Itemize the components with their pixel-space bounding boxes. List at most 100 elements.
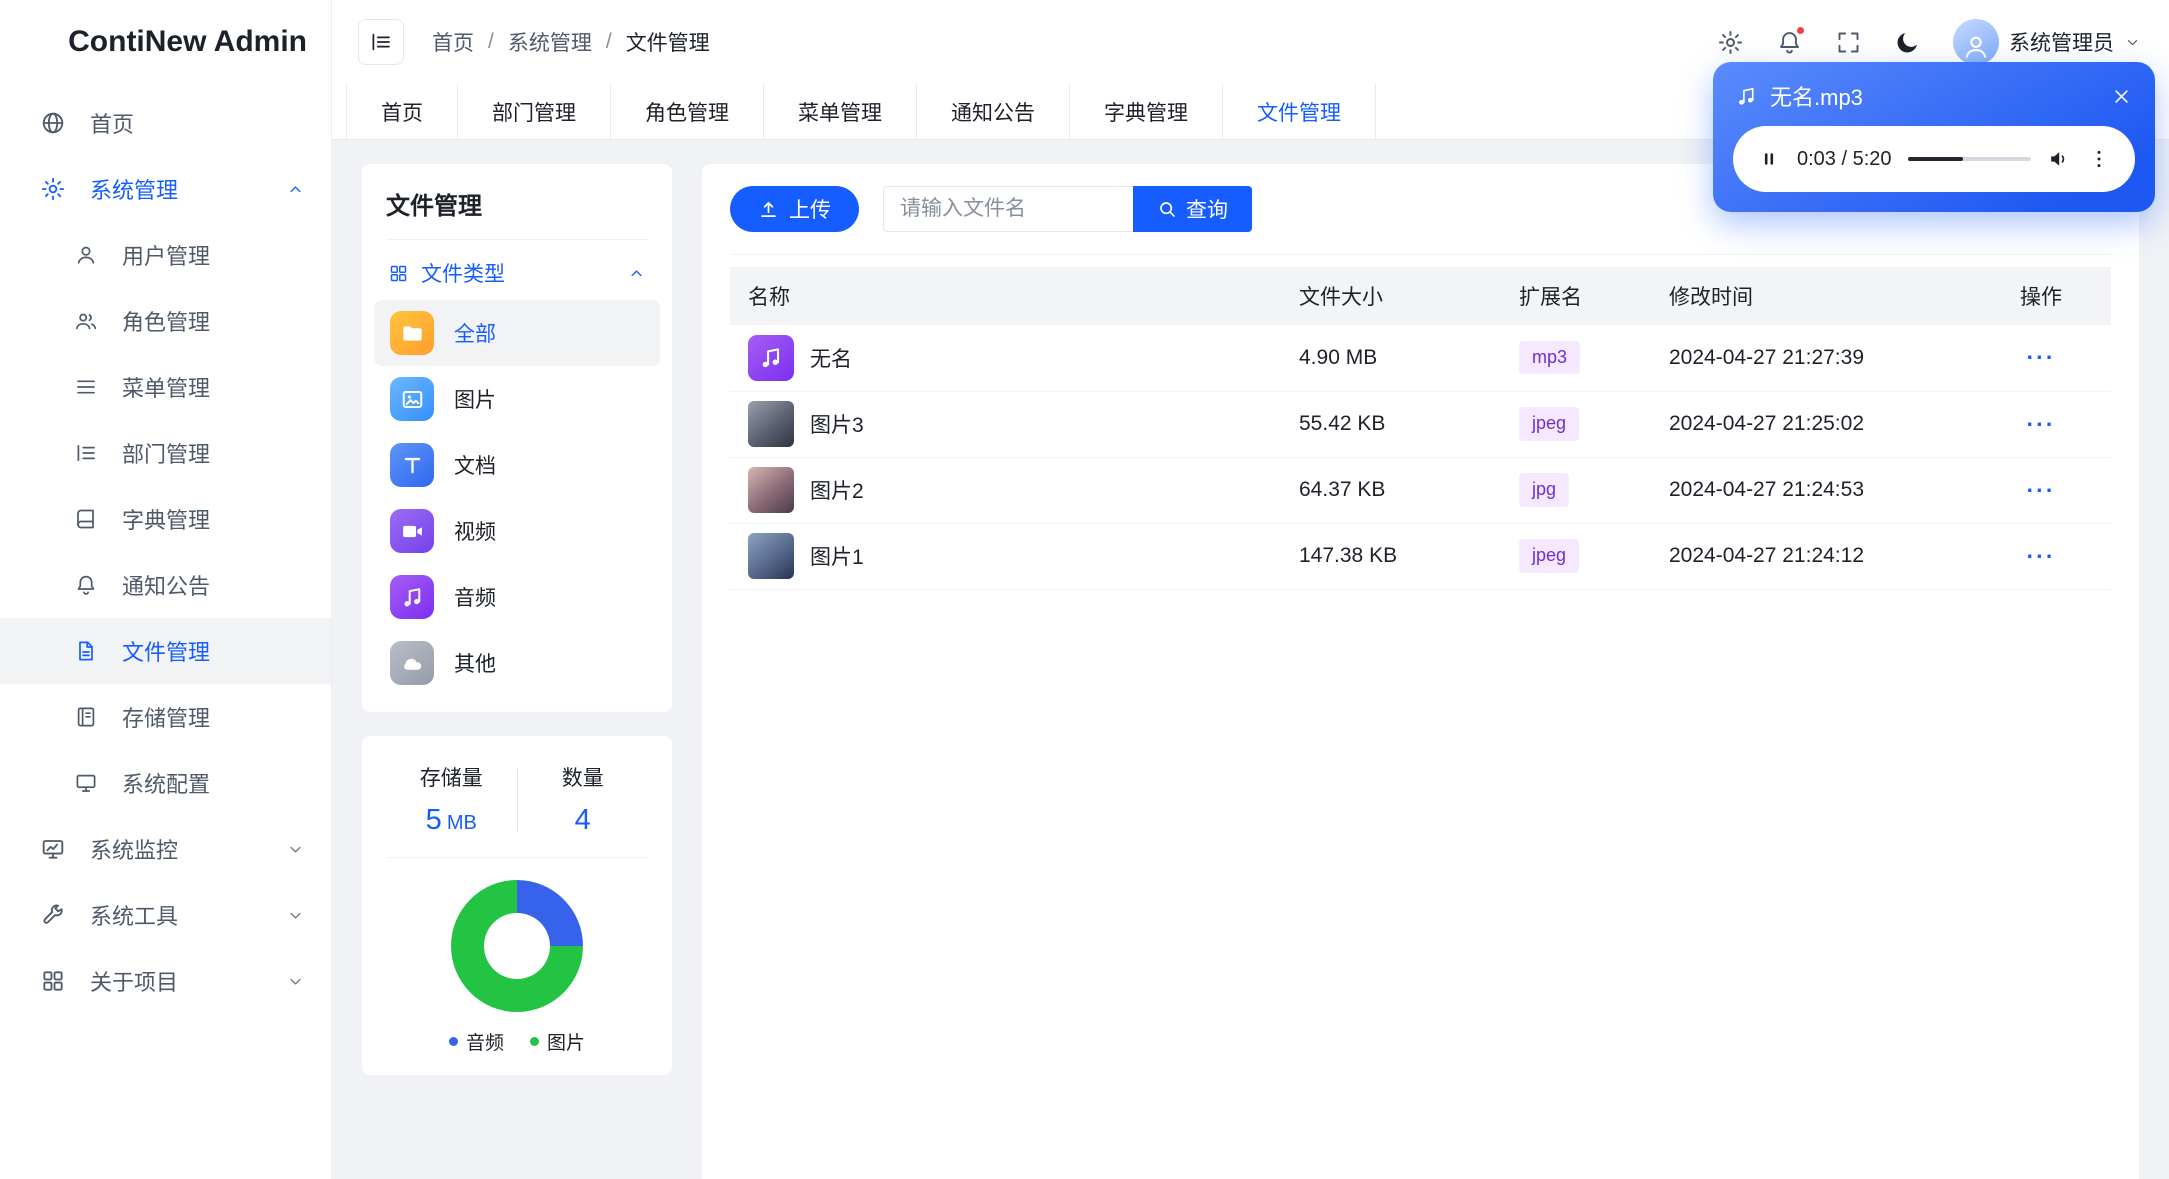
sidebar-item-files[interactable]: 文件管理 (0, 618, 331, 684)
sidebar-group-monitoring[interactable]: 系统监控 (0, 816, 331, 882)
row-more-button[interactable]: ··· (2027, 344, 2056, 370)
user-name: 系统管理员 (2009, 32, 2114, 55)
tab-home[interactable]: 首页 (346, 84, 458, 139)
kebab-menu-icon[interactable] (2087, 147, 2111, 171)
stat-storage-unit: MB (446, 812, 477, 834)
sidebar-item-roles[interactable]: 角色管理 (0, 288, 331, 354)
storage-stats: 存储量 5 MB 数量 4 (386, 762, 648, 837)
sidebar-item-label: 存储管理 (122, 706, 211, 731)
tab-dicts[interactable]: 字典管理 (1070, 84, 1223, 139)
fullscreen-icon[interactable] (1835, 29, 1862, 56)
file-name: 图片2 (810, 480, 864, 503)
audio-file-icon (748, 334, 794, 381)
chevron-down-icon (286, 906, 305, 925)
image-thumbnail (748, 401, 794, 447)
type-label: 文档 (454, 455, 496, 478)
player-progress-slider[interactable] (1907, 157, 2031, 161)
file-ext-cell: mp3 (1501, 325, 1651, 392)
notebook-icon (74, 705, 98, 729)
tab-notices[interactable]: 通知公告 (917, 84, 1070, 139)
left-column: 文件管理 文件类型 全部 图片 文档 视频 音频 其他 存储量 5 MB 数量 … (362, 164, 672, 1179)
cloud-icon (390, 641, 434, 685)
folder-icon (390, 311, 434, 355)
file-actions-cell: ··· (1971, 457, 2111, 524)
file-name-cell: 图片1 (730, 523, 1281, 590)
file-size-cell: 147.38 KB (1281, 523, 1501, 590)
tab-files[interactable]: 文件管理 (1223, 84, 1376, 139)
tab-menus[interactable]: 菜单管理 (764, 84, 917, 139)
file-type-section-toggle[interactable]: 文件类型 (386, 240, 648, 300)
table-row[interactable]: 图片1 147.38 KB jpeg 2024-04-27 21:24:12 ·… (730, 523, 2111, 590)
app-logo[interactable]: ContiNew Admin (0, 0, 331, 84)
file-actions-cell: ··· (1971, 391, 2111, 458)
sidebar-item-departments[interactable]: 部门管理 (0, 420, 331, 486)
avatar[interactable] (1953, 19, 1999, 65)
breadcrumb-home[interactable]: 首页 (432, 27, 474, 57)
collapse-sidebar-button[interactable] (358, 19, 404, 65)
sidebar-group-system[interactable]: 系统管理 (0, 156, 331, 222)
user-menu[interactable]: 系统管理员 (1953, 19, 2141, 65)
type-label: 视频 (454, 521, 496, 544)
type-item-video[interactable]: 视频 (374, 498, 660, 564)
file-name-search-input[interactable] (883, 186, 1133, 232)
file-size-cell: 55.42 KB (1281, 391, 1501, 458)
type-item-document[interactable]: 文档 (374, 432, 660, 498)
sidebar-item-home[interactable]: 首页 (0, 90, 331, 156)
monitor-chart-icon (40, 836, 66, 862)
upload-button[interactable]: 上传 (730, 186, 859, 232)
file-time-cell: 2024-04-27 21:24:12 (1651, 523, 1971, 590)
type-item-all[interactable]: 全部 (374, 300, 660, 366)
file-name-cell: 图片2 (730, 457, 1281, 524)
table-row[interactable]: 图片2 64.37 KB jpg 2024-04-27 21:24:53 ··· (730, 457, 2111, 524)
dark-mode-moon-icon[interactable] (1894, 29, 1921, 56)
settings-gear-icon[interactable] (1717, 29, 1744, 56)
type-item-other[interactable]: 其他 (374, 630, 660, 696)
stat-storage-value: 5 MB (386, 804, 517, 837)
tab-departments[interactable]: 部门管理 (458, 84, 611, 139)
player-time: 0:03 / 5:20 (1797, 147, 1892, 170)
sidebar-item-storage[interactable]: 存储管理 (0, 684, 331, 750)
file-type-section-label: 文件类型 (421, 263, 505, 286)
file-name: 图片3 (810, 414, 864, 437)
sidebar-item-menus[interactable]: 菜单管理 (0, 354, 331, 420)
sidebar-item-label: 角色管理 (122, 310, 211, 335)
sidebar-item-notices[interactable]: 通知公告 (0, 552, 331, 618)
stat-storage-label: 存储量 (419, 767, 483, 790)
table-row[interactable]: 图片3 55.42 KB jpeg 2024-04-27 21:25:02 ··… (730, 391, 2111, 458)
image-thumbnail (748, 533, 794, 579)
sidebar-item-label: 系统配置 (122, 772, 211, 797)
page-title: 文件管理 (386, 186, 648, 240)
stat-storage: 存储量 5 MB (386, 762, 517, 837)
notifications-button[interactable] (1776, 24, 1806, 56)
volume-icon[interactable] (2047, 147, 2071, 171)
sidebar-item-dicts[interactable]: 字典管理 (0, 486, 331, 552)
type-item-image[interactable]: 图片 (374, 366, 660, 432)
legend-label: 音频 (465, 1033, 504, 1054)
file-name-cell: 无名 (730, 325, 1281, 392)
stat-count-value: 4 (574, 804, 591, 836)
sidebar-item-users[interactable]: 用户管理 (0, 222, 331, 288)
file-ext-badge: jpeg (1519, 407, 1580, 441)
type-item-audio[interactable]: 音频 (374, 564, 660, 630)
sidebar-group-about[interactable]: 关于项目 (0, 948, 331, 1014)
row-more-button[interactable]: ··· (2027, 477, 2056, 503)
breadcrumb-system[interactable]: 系统管理 (508, 27, 592, 57)
pause-icon[interactable] (1757, 147, 1781, 171)
legend-item-image: 图片 (530, 1028, 585, 1055)
file-list-card: 上传 查询 名称 文件大小 扩 (702, 164, 2139, 1179)
search-button[interactable]: 查询 (1133, 186, 1252, 232)
player-header: 无名.mp3 (1713, 62, 2155, 126)
grid-icon (40, 968, 66, 994)
breadcrumb: 首页 / 系统管理 / 文件管理 (432, 27, 710, 57)
tab-roles[interactable]: 角色管理 (611, 84, 764, 139)
row-more-button[interactable]: ··· (2027, 411, 2056, 437)
close-icon[interactable] (2110, 85, 2133, 108)
sidebar: ContiNew Admin 首页 系统管理 用户管理 角色管理 菜单管理 部门… (0, 0, 332, 1179)
sidebar-item-config[interactable]: 系统配置 (0, 750, 331, 816)
row-more-button[interactable]: ··· (2027, 543, 2056, 569)
legend-dot-image (530, 1037, 539, 1046)
sidebar-group-tools[interactable]: 系统工具 (0, 882, 331, 948)
file-table: 名称 文件大小 扩展名 修改时间 操作 无名 4.90 MB mp3 2024-… (730, 267, 2111, 590)
content-area: 文件管理 文件类型 全部 图片 文档 视频 音频 其他 存储量 5 MB 数量 … (332, 140, 2169, 1179)
table-row[interactable]: 无名 4.90 MB mp3 2024-04-27 21:27:39 ··· (730, 325, 2111, 392)
